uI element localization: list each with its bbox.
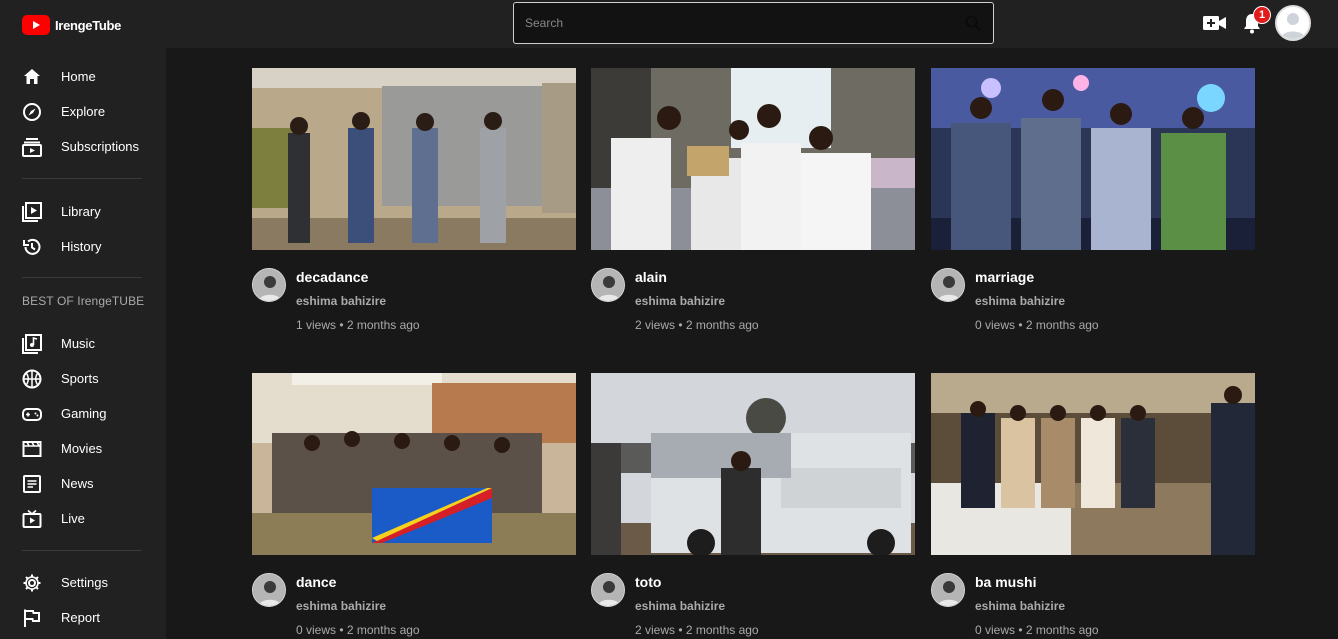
search-bar [513,2,994,44]
sidebar-item-live[interactable]: Live [0,501,166,536]
logo[interactable]: IrengeTube [22,15,121,35]
sidebar-item-label: Gaming [61,406,107,421]
sidebar-item-music[interactable]: Music [0,326,166,361]
user-avatar[interactable] [1275,5,1311,41]
video-meta: 0 views • 2 months ago [975,623,1099,637]
video-card[interactable]: marriage eshima bahizire 0 views • 2 mon… [931,68,1255,348]
sidebar-divider [22,277,142,278]
video-thumbnail[interactable] [931,68,1255,250]
news-icon [22,474,42,494]
channel-avatar[interactable] [252,268,286,302]
video-camera-add-icon [1203,16,1226,30]
video-meta: 2 views • 2 months ago [635,623,759,637]
sidebar-item-sports[interactable]: Sports [0,361,166,396]
sidebar-item-explore[interactable]: Explore [0,94,166,129]
channel-avatar[interactable] [591,268,625,302]
compass-icon [22,102,42,122]
sports-icon [22,369,42,389]
video-title[interactable]: ba mushi [975,574,1036,590]
video-title[interactable]: dance [296,574,336,590]
sidebar-item-label: Movies [61,441,103,456]
sidebar-item-label: News [61,476,94,491]
sidebar-item-label: Library [61,204,101,219]
video-meta: 2 views • 2 months ago [635,318,759,332]
sidebar-item-movies[interactable]: Movies [0,431,166,466]
channel-name[interactable]: eshima bahizire [635,599,725,613]
video-meta: 1 views • 2 months ago [296,318,420,332]
sidebar-item-label: Explore [61,104,106,119]
app-name: IrengeTube [55,17,122,33]
create-video-button[interactable] [1203,14,1226,37]
library-icon [22,202,42,222]
search-input[interactable] [514,3,953,43]
sidebar-item-label: Sports [61,371,99,386]
sidebar-divider [22,550,142,551]
flag-icon [22,608,42,628]
search-button[interactable] [953,3,993,43]
channel-name[interactable]: eshima bahizire [296,294,386,308]
sidebar-item-label: History [61,239,102,254]
history-icon [22,237,42,257]
video-meta: 0 views • 2 months ago [975,318,1099,332]
sidebar-section-title: BEST OF IrengeTUBE [22,294,145,308]
sidebar-item-label: Subscriptions [61,139,140,154]
video-card[interactable]: dance eshima bahizire 0 views • 2 months… [252,373,576,639]
sidebar-item-settings[interactable]: Settings [0,565,166,600]
gear-icon [22,573,42,593]
video-card[interactable]: alain eshima bahizire 2 views • 2 months… [591,68,915,348]
movies-icon [22,439,42,459]
video-thumbnail[interactable] [252,373,576,555]
sidebar-item-subscriptions[interactable]: Subscriptions [0,129,166,164]
video-title[interactable]: marriage [975,269,1034,285]
top-bar: IrengeTube 1 [0,0,1338,48]
sidebar-item-news[interactable]: News [0,466,166,501]
video-thumbnail[interactable] [591,373,915,555]
channel-avatar[interactable] [931,573,965,607]
video-card[interactable]: toto eshima bahizire 2 views • 2 months … [591,373,915,639]
channel-name[interactable]: eshima bahizire [635,294,725,308]
video-card[interactable]: decadance eshima bahizire 1 views • 2 mo… [252,68,576,348]
subscriptions-icon [22,137,42,157]
search-icon [965,15,981,31]
gaming-icon [22,404,42,424]
sidebar-item-label: Live [61,511,85,526]
video-card[interactable]: ba mushi eshima bahizire 0 views • 2 mon… [931,373,1255,639]
sidebar-item-report[interactable]: Report [0,600,166,635]
video-thumbnail[interactable] [591,68,915,250]
sidebar: Home Explore Subscriptions Library Histo… [0,48,166,639]
video-title[interactable]: decadance [296,269,368,285]
video-thumbnail[interactable] [931,373,1255,555]
live-icon [22,509,42,529]
video-title[interactable]: toto [635,574,661,590]
home-icon [22,67,42,87]
sidebar-item-label: Settings [61,575,108,590]
sidebar-item-label: Home [61,69,96,84]
video-thumbnail[interactable] [252,68,576,250]
sidebar-item-library[interactable]: Library [0,194,166,229]
channel-name[interactable]: eshima bahizire [296,599,386,613]
notification-badge: 1 [1253,6,1271,24]
play-logo-icon [22,15,50,35]
channel-avatar[interactable] [931,268,965,302]
channel-name[interactable]: eshima bahizire [975,599,1065,613]
sidebar-item-history[interactable]: History [0,229,166,264]
sidebar-item-home[interactable]: Home [0,59,166,94]
sidebar-item-label: Report [61,610,101,625]
channel-avatar[interactable] [591,573,625,607]
channel-avatar[interactable] [252,573,286,607]
video-grid: decadance eshima bahizire 1 views • 2 mo… [166,48,1338,639]
music-icon [22,334,42,354]
sidebar-item-label: Music [61,336,95,351]
channel-name[interactable]: eshima bahizire [975,294,1065,308]
sidebar-divider [22,178,142,179]
user-silhouette-icon [1277,7,1309,39]
video-meta: 0 views • 2 months ago [296,623,420,637]
video-title[interactable]: alain [635,269,667,285]
sidebar-item-gaming[interactable]: Gaming [0,396,166,431]
